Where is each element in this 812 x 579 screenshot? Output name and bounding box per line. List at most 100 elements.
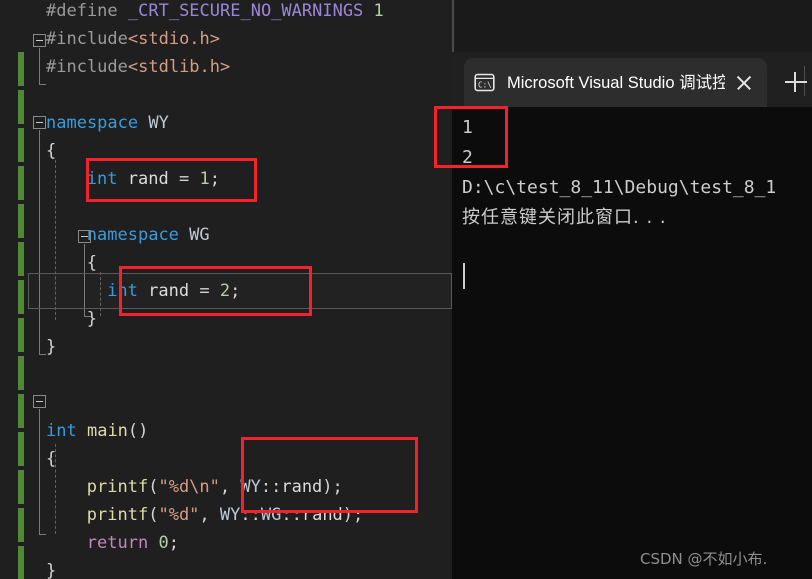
code-token: WG [260, 505, 282, 525]
code-token: #include [46, 29, 128, 49]
screenshot-root: #define _CRT_SECURE_NO_WARNINGS 1 #includ… [0, 0, 812, 579]
new-tab-icon[interactable] [782, 68, 810, 96]
change-indicator-bar [18, 470, 24, 504]
code-token: printf [86, 505, 149, 525]
code-line[interactable]: namespace WG [87, 221, 210, 249]
fold-guide-line [39, 409, 40, 534]
code-token: int [107, 281, 138, 301]
code-token: main [86, 421, 128, 441]
fold-guide-line [39, 130, 40, 354]
console-cmd-icon: C:\ [474, 73, 495, 92]
change-indicator-bar [18, 128, 24, 162]
console-tab-strip: C:\ Microsoft Visual Studio 调试控 [452, 52, 812, 107]
code-line[interactable]: printf("%d", WY::WG::rand); [87, 501, 363, 529]
code-token: WG [189, 225, 210, 245]
code-token: 1 [199, 169, 210, 189]
code-line[interactable]: namespace WY [46, 109, 169, 137]
change-indicator-bar [18, 356, 24, 390]
console-output-line: D:\c\test_8_11\Debug\test_8_1 [462, 177, 777, 198]
change-indicator-bar [18, 546, 24, 579]
code-token: 2 [219, 281, 231, 301]
code-token: rand [127, 169, 169, 189]
code-token: { [46, 141, 57, 161]
code-token: , [219, 477, 241, 497]
code-token: ; [168, 533, 179, 553]
change-indicator-bar [18, 52, 24, 86]
code-line[interactable]: int rand = 2; [107, 277, 240, 305]
change-indicator-bar [18, 204, 24, 238]
code-token: } [86, 309, 98, 329]
code-token: _CRT_SECURE_NO_WARNINGS [127, 1, 364, 21]
code-token: "%d" [158, 505, 200, 525]
code-token: ); [322, 477, 343, 497]
code-token: :: [240, 505, 261, 525]
debug-console-window[interactable]: C:\ Microsoft Visual Studio 调试控 1 2 D:\c… [452, 52, 812, 579]
fold-toggle-include[interactable] [33, 34, 46, 47]
change-indicator-bar [18, 90, 24, 124]
code-line[interactable]: #include<stdlib.h> [46, 53, 230, 81]
fold-guide-foot [39, 354, 46, 355]
fold-guide-line [39, 48, 40, 84]
code-token: WY [148, 113, 169, 133]
console-output-area[interactable]: 1 2 D:\c\test_8_11\Debug\test_8_1 按任意键关闭… [452, 107, 812, 579]
code-line[interactable]: #define _CRT_SECURE_NO_WARNINGS 1 [46, 0, 384, 25]
code-line[interactable]: } [87, 305, 97, 333]
code-line[interactable]: printf("%d\n", WY::rand); [87, 473, 343, 501]
code-token: <stdio.h> [127, 29, 221, 49]
console-text-caret [463, 263, 465, 289]
code-token: = [189, 281, 220, 301]
code-line[interactable]: #include<stdio.h> [46, 25, 220, 53]
change-indicator-bar [18, 318, 24, 352]
code-line[interactable]: return 0; [87, 529, 179, 557]
code-line[interactable]: int rand = 1; [87, 165, 220, 193]
code-token: #include [46, 57, 128, 77]
code-token: () [127, 421, 149, 441]
code-token: namespace [86, 225, 179, 245]
code-line[interactable]: } [46, 557, 56, 579]
csdn-watermark: CSDN @不如小布. [640, 550, 768, 568]
code-line[interactable]: { [46, 137, 56, 165]
code-line[interactable]: int main() [46, 417, 148, 445]
code-token: :: [281, 505, 302, 525]
code-token: rand [281, 477, 323, 497]
change-indicator-bar [18, 508, 24, 542]
code-token: <stdlib.h> [127, 57, 231, 77]
console-tab-title: Microsoft Visual Studio 调试控 [507, 73, 725, 92]
code-line[interactable]: { [46, 445, 56, 473]
code-token: 1 [373, 1, 384, 21]
code-token: ; [230, 281, 241, 301]
code-token: WY [240, 477, 261, 497]
code-token: :: [260, 477, 282, 497]
change-indicator-bar [18, 280, 24, 314]
code-token: = [168, 169, 200, 189]
console-output-line: 1 [462, 117, 473, 138]
code-token: ; [209, 169, 220, 189]
code-line[interactable]: } [46, 333, 56, 361]
fold-toggle-main[interactable] [33, 395, 46, 408]
code-token: printf [86, 477, 149, 497]
code-token: int [86, 169, 118, 189]
code-token: return [86, 533, 149, 553]
fold-guide-foot [39, 534, 46, 535]
code-token: ( [148, 505, 159, 525]
code-token: , [199, 505, 220, 525]
fold-toggle-namespace-wy[interactable] [33, 116, 46, 129]
console-tab-active[interactable]: C:\ Microsoft Visual Studio 调试控 [464, 58, 767, 107]
close-icon[interactable] [731, 70, 757, 96]
code-line[interactable]: { [87, 249, 97, 277]
svg-text:C:\: C:\ [478, 80, 492, 89]
code-token: rand [301, 505, 343, 525]
code-token: "%d\n" [158, 477, 220, 497]
code-editor-pane[interactable]: #define _CRT_SECURE_NO_WARNINGS 1 #includ… [0, 0, 455, 579]
code-token: WY [219, 505, 241, 525]
code-token: { [46, 449, 57, 469]
code-token: rand [148, 281, 190, 301]
code-token: } [46, 337, 57, 357]
change-indicator-bar [18, 166, 24, 200]
